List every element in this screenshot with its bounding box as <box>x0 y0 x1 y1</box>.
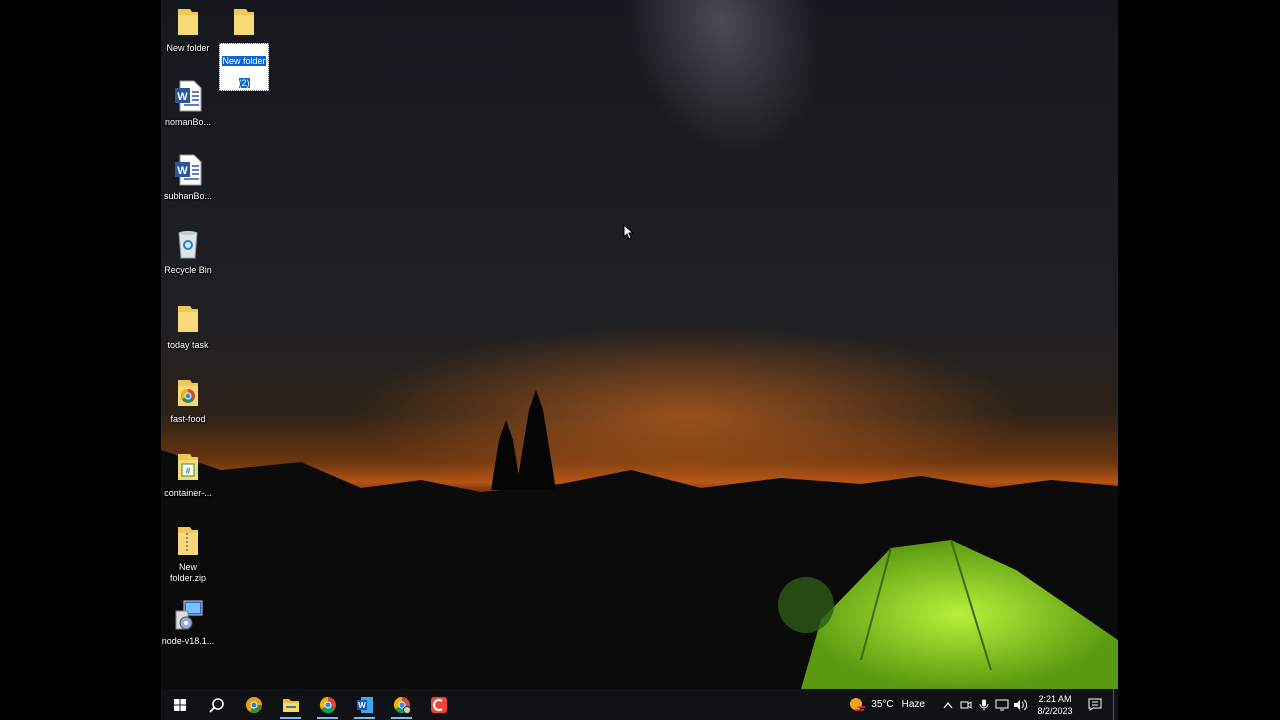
svg-text:W: W <box>177 165 188 177</box>
clock-date: 8/2/2023 <box>1037 705 1073 716</box>
microphone-icon <box>979 699 989 710</box>
word-document-icon: W <box>172 80 204 112</box>
taskbar-word[interactable]: W <box>346 689 383 720</box>
taskbar-red-app[interactable] <box>420 689 457 720</box>
tray-overflow-button[interactable] <box>939 689 957 720</box>
chrome-canary-icon <box>245 696 262 713</box>
search-button[interactable] <box>198 689 235 720</box>
search-icon <box>208 697 224 713</box>
desktop-icon-label-selected: New folder (2) <box>219 43 269 91</box>
desktop-icon-label: New folder <box>166 43 210 53</box>
desktop-icon-label: nomanBo... <box>164 117 212 127</box>
desktop-icon-area: New folder New folder (2) W nomanBo... W… <box>161 0 1118 689</box>
file-explorer-icon <box>282 698 299 712</box>
word-document-icon: W <box>172 154 204 186</box>
clock-time: 2:21 AM <box>1038 693 1072 704</box>
weather-condition: Haze <box>901 699 925 710</box>
network-icon <box>995 699 1009 710</box>
windows-start-icon <box>173 698 186 711</box>
taskbar-file-explorer[interactable] <box>272 689 309 720</box>
taskbar-chrome-canary[interactable] <box>235 689 272 720</box>
desktop-icon-label: Recycle Bin <box>164 265 212 275</box>
notification-icon <box>1088 698 1102 711</box>
taskbar-chrome-profile[interactable] <box>383 689 420 720</box>
chevron-up-icon <box>943 701 953 708</box>
desktop-icon-label: subhanBo... <box>163 191 213 201</box>
desktop-icon-label: today task <box>167 340 209 350</box>
tray-network[interactable] <box>993 689 1011 720</box>
desktop-icon-new-folder-zip[interactable]: New folder.zip <box>161 525 215 584</box>
start-button[interactable] <box>161 689 198 720</box>
desktop-icon-node-installer[interactable]: node-v18.1... <box>161 599 215 647</box>
system-tray: 35°C Haze 2:21 AM 8/2/2023 <box>848 689 1118 720</box>
desktop-icon-recycle-bin[interactable]: Recycle Bin <box>161 228 215 276</box>
taskbar-clock[interactable]: 2:21 AM 8/2/2023 <box>1031 693 1079 717</box>
show-desktop-button[interactable] <box>1113 689 1118 720</box>
desktop-icon-new-folder[interactable]: New folder <box>161 6 215 54</box>
desktop-icon-container[interactable]: # container-... <box>161 451 215 499</box>
tray-microphone[interactable] <box>975 689 993 720</box>
desktop-icon-new-folder-2[interactable]: New folder (2) <box>217 6 271 91</box>
folder-icon <box>228 6 260 38</box>
desktop-icon-label: New folder.zip <box>169 562 207 583</box>
weather-temp: 35°C <box>871 699 894 710</box>
weather-haze-icon <box>850 697 866 711</box>
word-icon: W <box>356 696 373 713</box>
chrome-icon <box>319 696 336 713</box>
desktop-icon-label: container-... <box>164 488 212 498</box>
desktop-screen: New folder New folder (2) W nomanBo... W… <box>161 0 1118 720</box>
weather-widget[interactable]: 35°C Haze <box>848 697 925 713</box>
tray-meet-now[interactable] <box>957 689 975 720</box>
mouse-cursor-icon <box>623 224 635 240</box>
desktop-icon-today-task[interactable]: today task <box>161 303 215 351</box>
zip-folder-icon <box>172 525 204 557</box>
taskbar-chrome[interactable] <box>309 689 346 720</box>
desktop-icon-subhanbo[interactable]: W subhanBo... <box>161 154 215 202</box>
app-red-icon <box>430 696 447 713</box>
folder-icon <box>172 303 204 335</box>
rename-text-line1[interactable]: New folder <box>222 56 266 66</box>
desktop-icon-fast-food[interactable]: fast-food <box>161 377 215 425</box>
desktop-icon-nomanbo[interactable]: W nomanBo... <box>161 80 215 128</box>
svg-text:#: # <box>185 466 190 476</box>
taskbar: W 35°C Haze 2:21 AM 8/2/2023 <box>161 689 1118 720</box>
csharp-folder-icon: # <box>172 451 204 483</box>
action-center-button[interactable] <box>1081 689 1109 720</box>
tray-volume[interactable] <box>1011 689 1029 720</box>
installer-icon <box>172 599 204 631</box>
recycle-bin-icon <box>172 228 204 260</box>
rename-text-line2[interactable]: (2) <box>238 78 250 88</box>
svg-text:W: W <box>358 701 366 710</box>
volume-icon <box>1014 699 1027 710</box>
desktop-icon-label: node-v18.1... <box>161 636 215 646</box>
chrome-folder-icon <box>172 377 204 409</box>
chrome-profile-icon <box>393 696 411 714</box>
svg-text:W: W <box>177 91 188 103</box>
camera-icon <box>960 700 972 709</box>
desktop-icon-label: fast-food <box>170 414 206 424</box>
folder-icon <box>172 6 204 38</box>
